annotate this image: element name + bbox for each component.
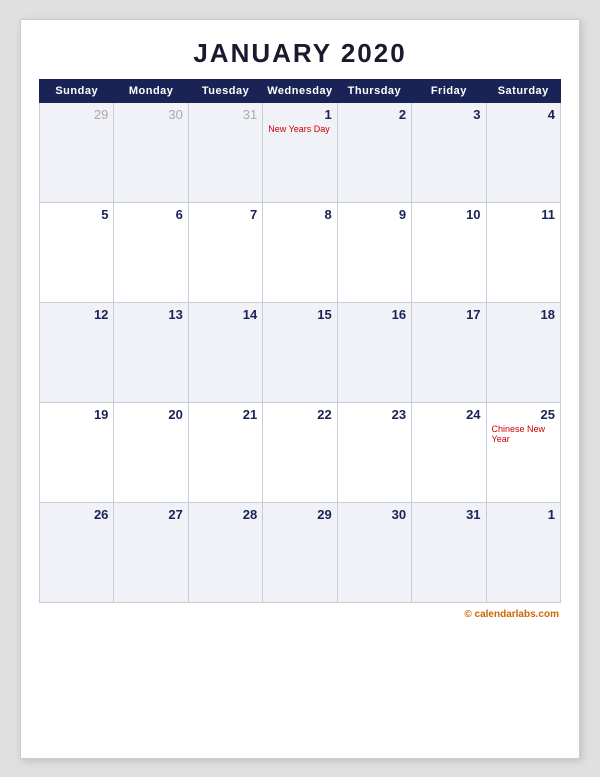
calendar-header-saturday: Saturday bbox=[486, 79, 560, 102]
calendar-day-cell: 4 bbox=[486, 102, 560, 202]
day-number: 23 bbox=[343, 407, 406, 422]
day-number: 13 bbox=[119, 307, 182, 322]
day-number: 17 bbox=[417, 307, 480, 322]
calendar-day-cell: 2 bbox=[337, 102, 411, 202]
day-number: 3 bbox=[417, 107, 480, 122]
day-number: 12 bbox=[45, 307, 108, 322]
calendar-day-cell: 21 bbox=[188, 402, 262, 502]
calendar-header-thursday: Thursday bbox=[337, 79, 411, 102]
calendar-day-cell: 29 bbox=[40, 102, 114, 202]
day-number: 4 bbox=[492, 107, 555, 122]
day-number: 7 bbox=[194, 207, 257, 222]
calendar-week-row: 12 13 14 15 16 17 18 bbox=[40, 302, 561, 402]
calendar-day-cell: 12 bbox=[40, 302, 114, 402]
calendar-day-cell: 18 bbox=[486, 302, 560, 402]
calendar-day-cell: 1 New Years Day bbox=[263, 102, 337, 202]
calendar-day-cell: 14 bbox=[188, 302, 262, 402]
day-number: 18 bbox=[492, 307, 555, 322]
calendar-day-cell: 13 bbox=[114, 302, 188, 402]
day-number: 30 bbox=[343, 507, 406, 522]
calendar-day-cell: 24 bbox=[412, 402, 486, 502]
day-number: 5 bbox=[45, 207, 108, 222]
calendar-day-cell: 19 bbox=[40, 402, 114, 502]
calendar-day-cell: 20 bbox=[114, 402, 188, 502]
day-number: 31 bbox=[194, 107, 257, 122]
holiday-label: New Years Day bbox=[268, 124, 331, 135]
day-number: 6 bbox=[119, 207, 182, 222]
day-number: 9 bbox=[343, 207, 406, 222]
calendar-header-friday: Friday bbox=[412, 79, 486, 102]
calendar-table: SundayMondayTuesdayWednesdayThursdayFrid… bbox=[39, 79, 561, 603]
day-number: 27 bbox=[119, 507, 182, 522]
calendar-header-sunday: Sunday bbox=[40, 79, 114, 102]
calendar-footer: © calendarlabs.com bbox=[39, 609, 561, 620]
day-number: 19 bbox=[45, 407, 108, 422]
day-number: 11 bbox=[492, 207, 555, 222]
day-number: 29 bbox=[268, 507, 331, 522]
calendar-day-cell: 10 bbox=[412, 202, 486, 302]
calendar-day-cell: 6 bbox=[114, 202, 188, 302]
calendar-day-cell: 30 bbox=[114, 102, 188, 202]
calendar-day-cell: 1 bbox=[486, 502, 560, 602]
day-number: 10 bbox=[417, 207, 480, 222]
day-number: 20 bbox=[119, 407, 182, 422]
day-number: 16 bbox=[343, 307, 406, 322]
calendar-day-cell: 15 bbox=[263, 302, 337, 402]
calendar-day-cell: 3 bbox=[412, 102, 486, 202]
day-number: 1 bbox=[492, 507, 555, 522]
calendar-day-cell: 25 Chinese New Year bbox=[486, 402, 560, 502]
calendar-day-cell: 17 bbox=[412, 302, 486, 402]
day-number: 22 bbox=[268, 407, 331, 422]
footer-brand: calendarlabs.com bbox=[475, 609, 559, 620]
day-number: 29 bbox=[45, 107, 108, 122]
calendar-header-wednesday: Wednesday bbox=[263, 79, 337, 102]
day-number: 31 bbox=[417, 507, 480, 522]
day-number: 1 bbox=[268, 107, 331, 122]
calendar-title: JANUARY 2020 bbox=[39, 38, 561, 69]
day-number: 21 bbox=[194, 407, 257, 422]
day-number: 2 bbox=[343, 107, 406, 122]
holiday-label: Chinese New Year bbox=[492, 424, 555, 446]
day-number: 30 bbox=[119, 107, 182, 122]
day-number: 14 bbox=[194, 307, 257, 322]
calendar-day-cell: 27 bbox=[114, 502, 188, 602]
calendar-day-cell: 31 bbox=[188, 102, 262, 202]
day-number: 15 bbox=[268, 307, 331, 322]
calendar-week-row: 29 30 31 1 New Years Day 234 bbox=[40, 102, 561, 202]
calendar-day-cell: 23 bbox=[337, 402, 411, 502]
calendar-header-tuesday: Tuesday bbox=[188, 79, 262, 102]
calendar-week-row: 26 27 28 29 30 31 1 bbox=[40, 502, 561, 602]
calendar-day-cell: 16 bbox=[337, 302, 411, 402]
day-number: 25 bbox=[492, 407, 555, 422]
calendar-day-cell: 11 bbox=[486, 202, 560, 302]
calendar-day-cell: 22 bbox=[263, 402, 337, 502]
calendar-week-row: 19 20 21 22 23 24 25 Chinese New Year bbox=[40, 402, 561, 502]
calendar-page: JANUARY 2020 SundayMondayTuesdayWednesda… bbox=[20, 19, 580, 759]
calendar-header-monday: Monday bbox=[114, 79, 188, 102]
calendar-day-cell: 5 bbox=[40, 202, 114, 302]
calendar-day-cell: 29 bbox=[263, 502, 337, 602]
calendar-day-cell: 9 bbox=[337, 202, 411, 302]
day-number: 26 bbox=[45, 507, 108, 522]
footer-copyright-symbol: © bbox=[464, 609, 471, 620]
calendar-day-cell: 26 bbox=[40, 502, 114, 602]
calendar-day-cell: 30 bbox=[337, 502, 411, 602]
calendar-day-cell: 8 bbox=[263, 202, 337, 302]
calendar-day-cell: 28 bbox=[188, 502, 262, 602]
day-number: 28 bbox=[194, 507, 257, 522]
day-number: 24 bbox=[417, 407, 480, 422]
day-number: 8 bbox=[268, 207, 331, 222]
calendar-week-row: 56789 10 11 bbox=[40, 202, 561, 302]
calendar-day-cell: 7 bbox=[188, 202, 262, 302]
calendar-header-row: SundayMondayTuesdayWednesdayThursdayFrid… bbox=[40, 79, 561, 102]
calendar-day-cell: 31 bbox=[412, 502, 486, 602]
